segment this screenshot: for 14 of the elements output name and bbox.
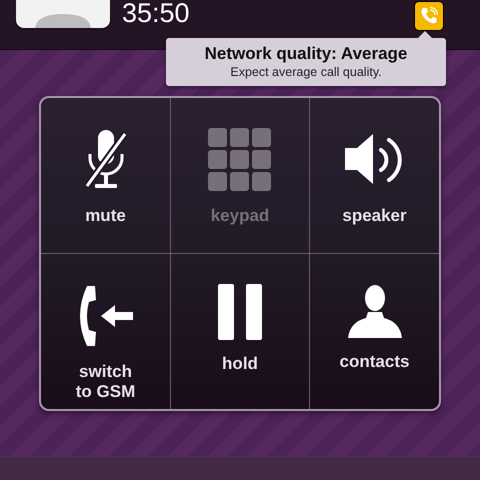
speaker-button[interactable]: speaker <box>310 98 439 254</box>
contacts-button[interactable]: contacts <box>310 254 439 409</box>
switch-button[interactable]: switch to GSM <box>41 254 171 409</box>
call-duration: 35:50 <box>122 0 190 26</box>
keypad-icon <box>208 128 272 192</box>
mute-button[interactable]: mute <box>41 98 171 254</box>
phone-icon <box>420 7 438 25</box>
network-quality-button[interactable] <box>415 2 443 30</box>
pause-icon <box>216 284 264 340</box>
hold-button[interactable]: hold <box>171 254 310 409</box>
person-icon <box>348 284 402 338</box>
tooltip-title: Network quality: Average <box>204 44 408 64</box>
person-silhouette-icon <box>33 14 93 28</box>
tooltip-message: Expect average call quality. <box>230 64 382 80</box>
